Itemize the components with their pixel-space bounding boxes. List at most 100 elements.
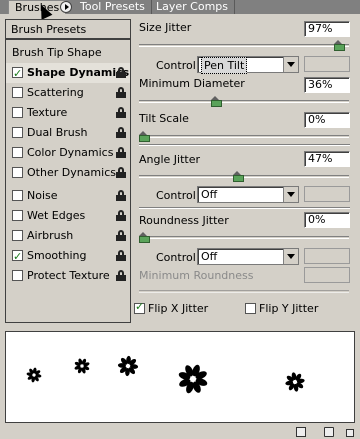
control-select-1[interactable]: Pen Tilt: [197, 56, 299, 74]
brush-dab: [71, 355, 93, 377]
list-item-checkbox[interactable]: [12, 147, 23, 158]
minimum-diameter-slider[interactable]: [139, 100, 349, 103]
lock-icon[interactable]: [116, 250, 126, 261]
control-aux-field-1: [304, 56, 350, 72]
list-item-checkbox[interactable]: [12, 64, 23, 84]
control-aux-field-2: [304, 186, 350, 202]
list-item-shape-dynamics[interactable]: Shape Dynamics: [6, 63, 130, 84]
list-item-label: Wet Edges: [27, 209, 86, 222]
brush-presets-item[interactable]: Brush Presets: [6, 20, 130, 40]
list-item-noise[interactable]: Noise: [6, 186, 130, 206]
minimum-diameter-label: Minimum Diameter: [139, 77, 245, 90]
flip-x-jitter-checkbox[interactable]: [134, 300, 145, 314]
trash-icon[interactable]: [324, 427, 334, 437]
list-item-label: Color Dynamics: [27, 146, 114, 159]
list-item-checkbox[interactable]: [12, 190, 23, 201]
minimum-roundness-label: Minimum Roundness: [139, 269, 254, 282]
list-item-label: Smoothing: [27, 249, 87, 262]
list-item-scattering[interactable]: Scattering: [6, 83, 130, 103]
brush-dab: [173, 359, 213, 399]
list-item-label: Dual Brush: [27, 126, 88, 139]
list-item-checkbox[interactable]: [12, 107, 23, 118]
angle-jitter-field[interactable]: 47%: [304, 151, 350, 167]
angle-jitter-label: Angle Jitter: [139, 153, 201, 166]
new-brush-icon[interactable]: [296, 427, 306, 437]
minimum-diameter-field[interactable]: 36%: [304, 77, 350, 93]
list-item-label: Noise: [27, 189, 58, 202]
roundness-jitter-field[interactable]: 0%: [304, 212, 350, 228]
tab-tool-presets-label: Tool Presets: [80, 0, 145, 13]
chevron-down-icon[interactable]: [283, 57, 298, 72]
flip-x-jitter-label: Flip X Jitter: [148, 302, 209, 315]
control-aux-field-3: [304, 248, 350, 264]
lock-icon[interactable]: [116, 230, 126, 241]
list-item-label: Airbrush: [27, 229, 74, 242]
brush-dab: [117, 355, 139, 377]
tab-menu-arrow-icon[interactable]: [60, 1, 72, 13]
list-item-smoothing[interactable]: Smoothing: [6, 246, 130, 267]
minimum-roundness-field: [304, 267, 350, 283]
lock-icon[interactable]: [116, 167, 126, 178]
list-item-texture[interactable]: Texture: [6, 103, 130, 123]
list-item-checkbox[interactable]: [12, 210, 23, 221]
lock-icon[interactable]: [116, 190, 126, 201]
tilt-scale-slider[interactable]: [139, 135, 349, 138]
list-item-color-dynamics[interactable]: Color Dynamics: [6, 143, 130, 163]
flip-y-jitter-label: Flip Y Jitter: [259, 302, 319, 315]
control-select-2[interactable]: Off: [197, 186, 299, 203]
tilt-scale-field[interactable]: 0%: [304, 112, 350, 128]
chevron-down-icon[interactable]: [283, 187, 298, 202]
resize-grip-icon[interactable]: [346, 429, 354, 437]
brush-stroke-preview: [5, 331, 355, 423]
list-item-protect-texture[interactable]: Protect Texture: [6, 266, 130, 286]
lock-icon[interactable]: [116, 107, 126, 118]
size-jitter-slider-thumb[interactable]: [333, 40, 345, 51]
roundness-jitter-slider-thumb[interactable]: [139, 232, 150, 243]
tab-layer-comps-label: Layer Comps: [156, 0, 229, 13]
minimum-diameter-slider-thumb[interactable]: [211, 96, 223, 107]
chevron-down-icon[interactable]: [283, 249, 298, 264]
lock-icon[interactable]: [116, 127, 126, 138]
list-item-checkbox[interactable]: [12, 127, 23, 138]
list-item-wet-edges[interactable]: Wet Edges: [6, 206, 130, 226]
tab-tool-presets[interactable]: Tool Presets: [74, 0, 152, 14]
roundness-jitter-label: Roundness Jitter: [139, 214, 229, 227]
divider: [139, 207, 350, 209]
brush-dab: [25, 366, 43, 384]
lock-icon[interactable]: [116, 270, 126, 281]
list-item-dual-brush[interactable]: Dual Brush: [6, 123, 130, 143]
list-item-label: Scattering: [27, 86, 84, 99]
brush-preview-svg: [25, 355, 309, 399]
control-label-3: Control:: [156, 251, 200, 264]
list-item-checkbox[interactable]: [12, 87, 23, 98]
tab-layer-comps[interactable]: Layer Comps: [150, 0, 236, 14]
list-item-other-dynamics[interactable]: Other Dynamics: [6, 163, 130, 183]
size-jitter-label: Size Jitter: [139, 21, 192, 34]
list-item-checkbox[interactable]: [12, 230, 23, 241]
angle-jitter-slider-thumb[interactable]: [233, 171, 245, 182]
control-select-1-value: Pen Tilt: [201, 57, 248, 74]
minimum-roundness-slider: [139, 290, 349, 293]
panel-tab-bar: Brushes Tool Presets Layer Comps: [0, 0, 360, 14]
list-item-checkbox[interactable]: [12, 167, 23, 178]
lock-icon[interactable]: [116, 147, 126, 158]
divider: [139, 144, 350, 146]
control-select-3[interactable]: Off: [197, 248, 299, 265]
list-item-airbrush[interactable]: Airbrush: [6, 226, 130, 246]
list-item-label: Other Dynamics: [27, 166, 116, 179]
roundness-jitter-slider[interactable]: [139, 236, 349, 239]
lock-icon[interactable]: [116, 210, 126, 221]
list-item-label: Protect Texture: [27, 269, 110, 282]
control-select-3-value: Off: [201, 250, 218, 263]
flip-y-jitter-checkbox[interactable]: [245, 303, 256, 314]
brush-tip-shape-item[interactable]: Brush Tip Shape: [6, 43, 130, 63]
list-item-label: Shape Dynamics: [27, 66, 130, 79]
lock-icon[interactable]: [116, 87, 126, 98]
lock-icon[interactable]: [116, 67, 126, 78]
size-jitter-field[interactable]: 97%: [304, 21, 350, 37]
tilt-scale-slider-thumb[interactable]: [139, 131, 150, 142]
tilt-scale-label: Tilt Scale: [139, 112, 189, 125]
list-item-checkbox[interactable]: [12, 247, 23, 267]
size-jitter-slider[interactable]: [139, 44, 349, 47]
list-item-checkbox[interactable]: [12, 270, 23, 281]
